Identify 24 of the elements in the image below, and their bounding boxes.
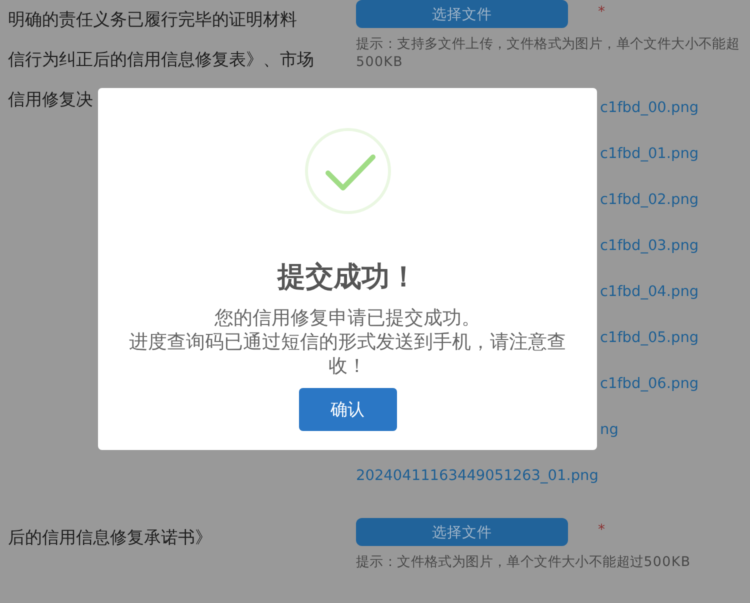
file-link[interactable]: c1fbd_06.png: [600, 376, 699, 392]
field-label: 信用修复决: [8, 89, 93, 112]
dialog-message: 进度查询码已通过短信的形式发送到手机，请注意查收！: [128, 330, 567, 378]
confirm-button[interactable]: 确认: [298, 388, 396, 431]
file-link[interactable]: c1fbd_04.png: [600, 284, 699, 300]
file-link[interactable]: c1fbd_03.png: [600, 238, 699, 254]
field-label: 明确的责任义务已履行完毕的证明材料: [8, 9, 297, 32]
choose-file-button[interactable]: 选择文件: [356, 518, 568, 546]
upload-hint: 提示：支持多文件上传，文件格式为图片，单个文件大小不能超 500KB: [356, 36, 740, 72]
file-link[interactable]: c1fbd_02.png: [600, 192, 699, 208]
upload-hint: 提示：文件格式为图片，单个文件大小不能超过500KB: [356, 554, 691, 572]
field-label: 信行为纠正后的信用信息修复表》、市场: [8, 49, 314, 72]
file-link[interactable]: c1fbd_00.png: [600, 100, 699, 116]
dialog-message: 您的信用修复申请已提交成功。: [214, 306, 480, 330]
choose-file-button[interactable]: 选择文件: [356, 0, 568, 28]
field-label: 后的信用信息修复承诺书》: [8, 527, 212, 550]
check-circle-icon: [304, 128, 390, 214]
file-link[interactable]: 20240411163449051263_01.png: [356, 468, 598, 484]
required-mark: *: [598, 523, 605, 537]
file-link[interactable]: c1fbd_01.png: [600, 146, 699, 162]
dialog-title: 提交成功！: [278, 259, 418, 295]
file-link[interactable]: ng: [600, 422, 618, 438]
required-mark: *: [598, 5, 605, 19]
file-link[interactable]: c1fbd_05.png: [600, 330, 699, 346]
